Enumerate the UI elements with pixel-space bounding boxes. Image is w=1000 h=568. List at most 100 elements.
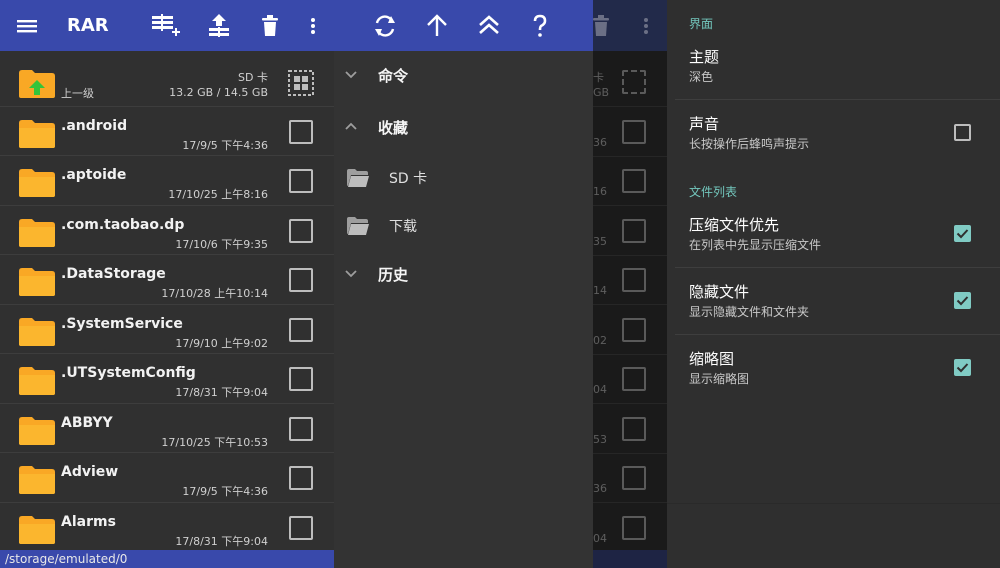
drawer-commands-header[interactable]: 命令 bbox=[334, 57, 593, 97]
dimmed-checkbox bbox=[622, 120, 646, 144]
pref-thumbnails-title: 缩略图 bbox=[689, 350, 735, 368]
pref-archives-first-checkbox[interactable] bbox=[954, 225, 971, 242]
file-row[interactable]: Adview 17/9/5 下午4:36 bbox=[0, 453, 334, 503]
pref-thumbnails[interactable]: 缩略图 显示缩略图 bbox=[675, 335, 1000, 401]
pref-sound-title: 声音 bbox=[689, 115, 720, 133]
file-name: ABBYY bbox=[61, 414, 113, 431]
dimmed-text: 16 bbox=[593, 185, 607, 198]
app-title: RAR bbox=[67, 15, 109, 36]
file-date: 17/10/28 上午10:14 bbox=[161, 287, 268, 300]
add-to-archive-icon[interactable] bbox=[150, 12, 182, 40]
file-row[interactable]: .aptoide 17/10/25 上午8:16 bbox=[0, 156, 334, 206]
pref-archives-first[interactable]: 压缩文件优先 在列表中先显示压缩文件 bbox=[675, 201, 1000, 267]
file-browser-toolbar: RAR bbox=[0, 0, 334, 51]
pref-archives-first-title: 压缩文件优先 bbox=[689, 216, 780, 234]
dimmed-checkbox bbox=[622, 516, 646, 540]
refresh-icon[interactable] bbox=[371, 12, 399, 40]
file-checkbox[interactable] bbox=[289, 169, 313, 193]
arrow-up-icon[interactable] bbox=[423, 12, 451, 40]
more-vert-icon bbox=[644, 18, 648, 34]
delete-icon bbox=[593, 15, 609, 36]
file-checkbox[interactable] bbox=[289, 367, 313, 391]
dimmed-checkbox bbox=[622, 318, 646, 342]
file-checkbox[interactable] bbox=[289, 466, 313, 490]
dimmed-text: GB bbox=[593, 86, 610, 99]
favorite-item-downloads[interactable]: 下载 bbox=[334, 207, 593, 247]
file-row[interactable]: .UTSystemConfig 17/8/31 下午9:04 bbox=[0, 354, 334, 404]
folder-open-icon bbox=[347, 217, 369, 235]
dimmed-row: 16 bbox=[593, 156, 667, 206]
chevron-down-icon bbox=[345, 71, 357, 79]
dimmed-row: 53 bbox=[593, 404, 667, 454]
section-header-interface: 界面 bbox=[689, 17, 714, 31]
folder-icon bbox=[19, 268, 55, 296]
select-all-icon[interactable] bbox=[288, 70, 314, 96]
file-date: 17/9/5 下午4:36 bbox=[182, 138, 268, 152]
help-icon[interactable] bbox=[528, 12, 552, 40]
pref-hidden-files-checkbox[interactable] bbox=[954, 292, 971, 309]
folder-icon bbox=[19, 218, 55, 247]
file-row[interactable]: .DataStorage 17/10/28 上午10:14 bbox=[0, 255, 334, 305]
dimmed-text: 04 bbox=[593, 532, 607, 545]
drawer-commands-label: 命令 bbox=[378, 67, 409, 85]
file-name: .android bbox=[61, 117, 128, 134]
pref-theme-value: 深色 bbox=[689, 70, 714, 84]
pref-sound-checkbox[interactable] bbox=[954, 124, 971, 141]
chevron-up-icon bbox=[345, 122, 357, 130]
dimmed-path-bar bbox=[593, 550, 667, 568]
folder-icon bbox=[19, 317, 55, 346]
chevron-down-icon bbox=[345, 270, 357, 278]
folder-icon bbox=[19, 119, 55, 148]
dimmed-row: 04 bbox=[593, 354, 667, 404]
pref-hidden-files[interactable]: 隐藏文件 显示隐藏文件和文件夹 bbox=[675, 268, 1000, 334]
folder-icon bbox=[19, 416, 55, 445]
file-checkbox[interactable] bbox=[289, 119, 313, 144]
folder-open-icon bbox=[347, 169, 369, 187]
drawer-favorites-header[interactable]: 收藏 bbox=[334, 109, 593, 149]
file-row[interactable]: .com.taobao.dp 17/10/6 下午9:35 bbox=[0, 206, 334, 255]
file-checkbox[interactable] bbox=[289, 218, 313, 243]
extract-icon[interactable] bbox=[205, 12, 233, 40]
delete-icon[interactable] bbox=[258, 12, 282, 40]
menu-icon[interactable] bbox=[14, 12, 40, 40]
file-date: 17/10/6 下午9:35 bbox=[175, 237, 268, 251]
pref-sound[interactable]: 声音 长按操作后蜂鸣声提示 bbox=[675, 100, 1000, 166]
check-icon bbox=[956, 363, 969, 373]
pref-theme[interactable]: 主题 深色 bbox=[675, 33, 1000, 99]
favorite-item-sdcard[interactable]: SD 卡 bbox=[334, 159, 593, 199]
check-icon bbox=[956, 296, 969, 306]
file-checkbox[interactable] bbox=[289, 515, 313, 540]
storage-name: SD 卡 bbox=[238, 71, 268, 84]
folder-icon bbox=[19, 515, 55, 544]
file-checkbox[interactable] bbox=[289, 268, 313, 292]
parent-folder-row[interactable]: 上一级 SD 卡 13.2 GB / 14.5 GB bbox=[0, 57, 334, 107]
folder-icon bbox=[19, 169, 55, 197]
file-name: .aptoide bbox=[61, 167, 127, 183]
pref-archives-first-desc: 在列表中先显示压缩文件 bbox=[689, 238, 822, 252]
file-list: 上一级 SD 卡 13.2 GB / 14.5 GB .android 17/9/… bbox=[0, 57, 334, 552]
file-row[interactable]: ABBYY 17/10/25 下午10:53 bbox=[0, 404, 334, 453]
pref-thumbnails-checkbox[interactable] bbox=[954, 359, 971, 376]
folder-icon bbox=[19, 466, 55, 494]
dimmed-text: 04 bbox=[593, 383, 607, 396]
dimmed-text: 53 bbox=[593, 433, 607, 446]
more-vert-icon[interactable] bbox=[304, 12, 322, 40]
double-chevron-up-icon[interactable] bbox=[475, 12, 503, 40]
file-checkbox[interactable] bbox=[289, 416, 313, 441]
file-date: 17/8/31 下午9:04 bbox=[175, 386, 268, 399]
dimmed-checkbox bbox=[622, 169, 646, 193]
dimmed-text: 02 bbox=[593, 334, 607, 347]
file-row[interactable]: .SystemService 17/9/10 上午9:02 bbox=[0, 305, 334, 354]
file-name: .SystemService bbox=[61, 315, 183, 332]
dimmed-checkbox bbox=[622, 219, 646, 243]
file-date: 17/10/25 上午8:16 bbox=[168, 188, 268, 201]
file-checkbox[interactable] bbox=[289, 317, 313, 342]
file-date: 17/9/10 上午9:02 bbox=[175, 336, 268, 350]
file-row[interactable]: Alarms 17/8/31 下午9:04 bbox=[0, 503, 334, 552]
file-date: 17/8/31 下午9:04 bbox=[175, 534, 268, 548]
drawer-history-header[interactable]: 历史 bbox=[334, 256, 593, 296]
dimmed-text: 36 bbox=[593, 482, 607, 495]
file-name: Adview bbox=[61, 464, 119, 480]
file-name: Alarms bbox=[61, 513, 116, 530]
file-row[interactable]: .android 17/9/5 下午4:36 bbox=[0, 107, 334, 156]
